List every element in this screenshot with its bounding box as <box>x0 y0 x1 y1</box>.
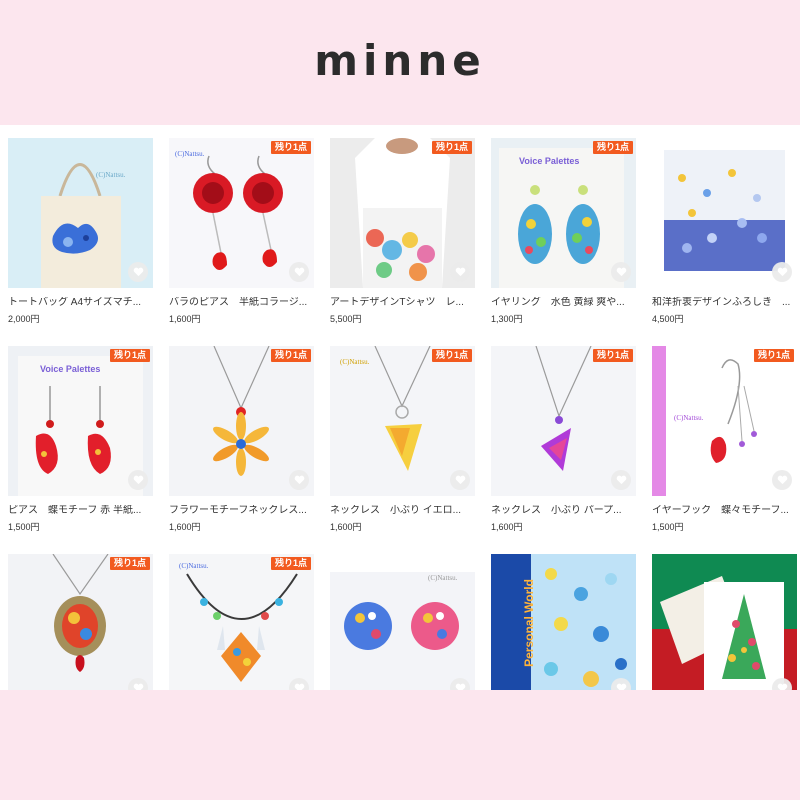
product-title[interactable]: イヤリング 水色 黄緑 爽や... <box>491 297 636 309</box>
heart-icon <box>294 267 304 277</box>
favorite-button[interactable] <box>289 262 309 282</box>
product-image[interactable]: 残り1点 <box>8 554 153 690</box>
heart-icon <box>777 267 787 277</box>
favorite-button[interactable] <box>611 262 631 282</box>
heart-icon <box>133 475 143 485</box>
watermark-text: (C)Nattsu. <box>340 358 370 366</box>
product-price: 1,600円 <box>169 314 201 324</box>
product-image[interactable] <box>652 554 797 690</box>
heart-icon <box>133 683 143 690</box>
product-card[interactable]: 残り1点 アートデザインTシャツ レ... 5,500円 <box>330 138 475 328</box>
product-title[interactable]: バラのピアス 半紙コラージ... <box>169 297 314 309</box>
product-title[interactable]: アートデザインTシャツ レ... <box>330 297 475 309</box>
product-title[interactable]: 和洋折衷デザインふろしき ... <box>652 297 797 309</box>
book-title: Personal World <box>521 579 536 667</box>
watermark-text: (C)Nattsu. <box>179 562 209 570</box>
product-card[interactable]: (C)Nattsu. 残り1点 イヤーフック 蝶々モチーフ... 1,500円 <box>652 346 797 536</box>
product-price: 1,600円 <box>491 522 523 532</box>
product-image[interactable]: Voice Palettes 残り1点 <box>8 346 153 496</box>
favorite-button[interactable] <box>611 470 631 490</box>
product-card[interactable]: Voice Palettes 残り1点 ピアス 蝶モチーフ 赤 半紙... 1,… <box>8 346 153 536</box>
product-title[interactable]: トートバッグ A4サイズマチ... <box>8 297 153 309</box>
product-price: 5,500円 <box>330 314 362 324</box>
stock-badge: 残り1点 <box>109 557 150 570</box>
product-card[interactable]: Voice Palettes 残り1点 イヤリング 水色 黄緑 爽や... 1,… <box>491 138 636 328</box>
stock-badge: 残り1点 <box>270 349 311 362</box>
watermark-text: (C)Nattsu. <box>175 150 205 158</box>
product-title[interactable]: フラワーモチーフネックレス... <box>169 505 314 517</box>
favorite-button[interactable] <box>772 262 792 282</box>
product-card[interactable]: 残り1点 フラワーモチーフネックレス... 1,600円 <box>169 346 314 536</box>
product-title[interactable]: イヤーフック 蝶々モチーフ... <box>652 505 797 517</box>
heart-icon <box>455 683 465 690</box>
stock-badge: 残り1点 <box>270 557 311 570</box>
stock-badge: 残り1点 <box>431 349 472 362</box>
favorite-button[interactable] <box>289 470 309 490</box>
product-image[interactable]: (C)Nattsu. <box>8 138 153 288</box>
stock-badge: 残り1点 <box>431 141 472 154</box>
product-image[interactable]: (C)Nattsu. 残り1点 <box>330 346 475 496</box>
favorite-button[interactable] <box>772 470 792 490</box>
product-price: 1,500円 <box>8 522 40 532</box>
product-grid: (C)Nattsu. トートバッグ A4サイズマチ... 2,000円 (C)N… <box>8 138 800 690</box>
product-image[interactable]: 残り1点 <box>330 138 475 288</box>
product-title[interactable]: ネックレス 小ぶり イエロ... <box>330 505 475 517</box>
product-price: 2,000円 <box>8 314 40 324</box>
product-card[interactable]: Personal World <box>491 554 636 690</box>
product-card[interactable]: 残り1点 <box>8 554 153 690</box>
minne-logo[interactable]: minne <box>314 36 485 85</box>
favorite-button[interactable] <box>450 262 470 282</box>
watermark-text: (C)Nattsu. <box>96 171 126 179</box>
stock-badge: 残り1点 <box>753 349 794 362</box>
heart-icon <box>616 475 626 485</box>
heart-icon <box>133 267 143 277</box>
heart-icon <box>455 475 465 485</box>
product-card[interactable] <box>652 554 797 690</box>
stock-badge: 残り1点 <box>109 349 150 362</box>
product-image[interactable] <box>652 138 797 288</box>
product-image[interactable]: (C)Nattsu. 残り1点 <box>169 554 314 690</box>
stock-badge: 残り1点 <box>592 141 633 154</box>
heart-icon <box>616 683 626 690</box>
product-image[interactable]: Personal World <box>491 554 636 690</box>
product-image[interactable]: 残り1点 <box>491 346 636 496</box>
heart-icon <box>777 475 787 485</box>
product-image[interactable]: (C)Nattsu. <box>330 554 475 690</box>
stock-badge: 残り1点 <box>592 349 633 362</box>
brand-label: Voice Palettes <box>40 364 101 374</box>
product-title[interactable]: ネックレス 小ぶり パープ... <box>491 505 636 517</box>
product-card[interactable]: (C)Nattsu. 残り1点 ネックレス 小ぶり イエロ... 1,600円 <box>330 346 475 536</box>
stock-badge: 残り1点 <box>270 141 311 154</box>
favorite-button[interactable] <box>128 262 148 282</box>
product-panel: (C)Nattsu. トートバッグ A4サイズマチ... 2,000円 (C)N… <box>0 125 800 690</box>
favorite-button[interactable] <box>128 470 148 490</box>
product-image[interactable]: Voice Palettes 残り1点 <box>491 138 636 288</box>
product-image[interactable]: (C)Nattsu. 残り1点 <box>169 138 314 288</box>
favorite-button[interactable] <box>450 470 470 490</box>
brand-label: Voice Palettes <box>519 156 580 166</box>
product-card[interactable]: 残り1点 ネックレス 小ぶり パープ... 1,600円 <box>491 346 636 536</box>
product-card[interactable]: (C)Nattsu. <box>330 554 475 690</box>
product-price: 1,500円 <box>652 522 684 532</box>
heart-icon <box>294 683 304 690</box>
product-image[interactable]: (C)Nattsu. 残り1点 <box>652 346 797 496</box>
product-price: 1,600円 <box>330 522 362 532</box>
heart-icon <box>777 683 787 690</box>
heart-icon <box>455 267 465 277</box>
heart-icon <box>616 267 626 277</box>
product-price: 1,600円 <box>169 522 201 532</box>
watermark-text: (C)Nattsu. <box>428 574 458 582</box>
page-header: minne <box>0 0 800 125</box>
product-price: 1,300円 <box>491 314 523 324</box>
product-card[interactable]: (C)Nattsu. 残り1点 バラのピアス 半紙コラージ... 1,600円 <box>169 138 314 328</box>
product-card[interactable]: (C)Nattsu. 残り1点 <box>169 554 314 690</box>
product-card[interactable]: (C)Nattsu. トートバッグ A4サイズマチ... 2,000円 <box>8 138 153 328</box>
product-title[interactable]: ピアス 蝶モチーフ 赤 半紙... <box>8 505 153 517</box>
product-image[interactable]: 残り1点 <box>169 346 314 496</box>
product-price: 4,500円 <box>652 314 684 324</box>
heart-icon <box>294 475 304 485</box>
product-card[interactable]: 和洋折衷デザインふろしき ... 4,500円 <box>652 138 797 328</box>
watermark-text: (C)Nattsu. <box>674 414 704 422</box>
